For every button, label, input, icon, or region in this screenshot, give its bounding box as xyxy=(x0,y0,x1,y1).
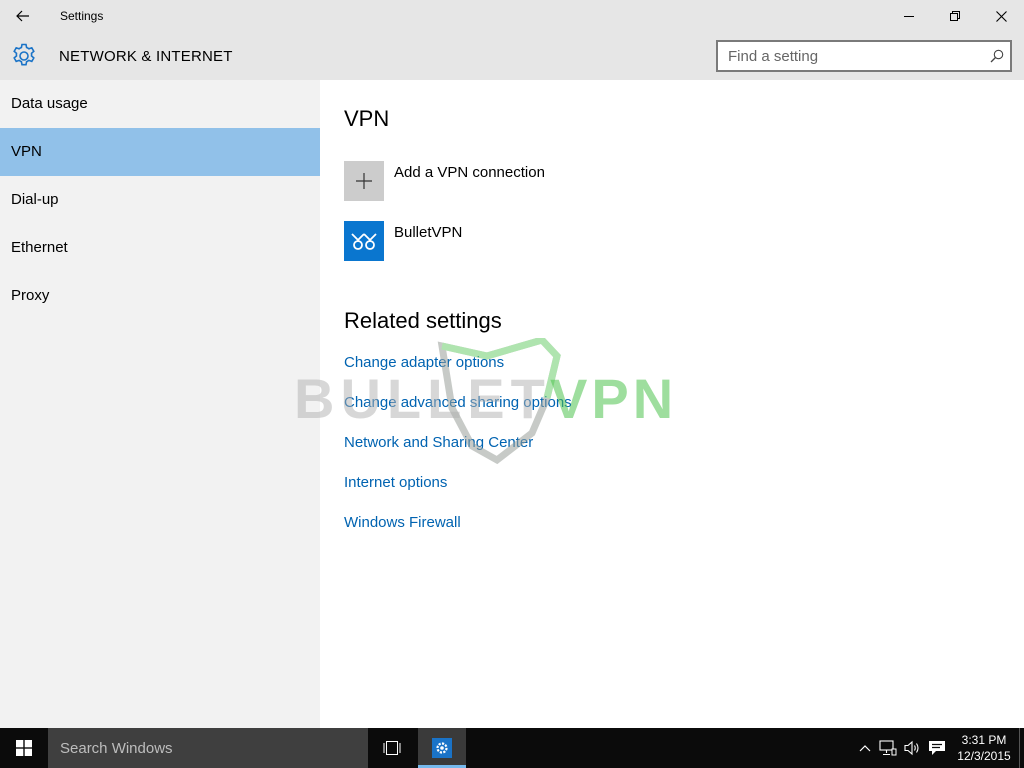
find-setting-box[interactable] xyxy=(716,40,1012,72)
find-setting-input[interactable] xyxy=(718,42,978,70)
chevron-up-icon xyxy=(859,745,871,752)
plus-tile xyxy=(344,161,384,201)
related-settings-heading: Related settings xyxy=(344,308,502,333)
sidebar-item-dial-up[interactable]: Dial-up xyxy=(0,176,320,224)
windows-firewall-link[interactable]: Windows Firewall xyxy=(344,514,461,531)
sidebar-item-ethernet[interactable]: Ethernet xyxy=(0,224,320,272)
taskbar-settings-app[interactable] xyxy=(418,728,466,768)
show-hidden-icons-button[interactable] xyxy=(855,738,875,758)
sidebar-item-data-usage[interactable]: Data usage xyxy=(0,80,320,128)
change-adapter-options-link[interactable]: Change adapter options xyxy=(344,354,504,371)
action-center-icon xyxy=(929,741,945,755)
page-title: NETWORK & INTERNET xyxy=(59,48,233,65)
task-view-icon xyxy=(383,741,401,755)
taskbar: Search Windows 3:31 PM 12/3/2015 xyxy=(0,728,1024,768)
bulletvpn-label: BulletVPN xyxy=(394,224,463,241)
clock-time: 3:31 PM xyxy=(961,733,1007,747)
magnifier-icon[interactable] xyxy=(990,49,1004,63)
restore-button[interactable] xyxy=(932,0,978,32)
show-desktop-button[interactable] xyxy=(1019,728,1020,768)
gear-icon xyxy=(13,43,35,66)
volume-tray-button[interactable] xyxy=(902,738,922,758)
close-icon xyxy=(995,10,1007,22)
network-tray-button[interactable] xyxy=(878,738,898,758)
vpn-connection-bulletvpn[interactable]: BulletVPN xyxy=(344,221,744,261)
minimize-button[interactable] xyxy=(886,0,932,32)
clock-date: 12/3/2015 xyxy=(957,749,1011,763)
close-button[interactable] xyxy=(978,0,1024,32)
volume-icon xyxy=(904,740,919,756)
network-icon xyxy=(879,740,897,756)
taskbar-search-box[interactable]: Search Windows xyxy=(48,728,368,768)
task-view-button[interactable] xyxy=(368,728,416,768)
network-and-sharing-center-link[interactable]: Network and Sharing Center xyxy=(344,434,533,451)
add-vpn-connection-button[interactable]: Add a VPN connection xyxy=(344,161,744,201)
taskbar-search-placeholder: Search Windows xyxy=(60,740,173,757)
sidebar-item-proxy[interactable]: Proxy xyxy=(0,272,320,320)
bulletvpn-logo-icon xyxy=(351,233,377,250)
vpn-heading: VPN xyxy=(344,106,390,131)
sidebar-item-vpn[interactable]: VPN xyxy=(0,128,320,176)
title-bar: Settings xyxy=(0,0,1024,32)
start-button[interactable] xyxy=(0,728,48,768)
settings-gear-icon xyxy=(432,738,452,758)
taskbar-clock[interactable]: 3:31 PM 12/3/2015 xyxy=(950,732,1018,764)
main-content: VPN Add a VPN connection BulletVPN Relat… xyxy=(320,80,1024,728)
internet-options-link[interactable]: Internet options xyxy=(344,474,447,491)
change-advanced-sharing-options-link[interactable]: Change advanced sharing options xyxy=(344,394,572,411)
action-center-button[interactable] xyxy=(927,738,947,758)
add-vpn-connection-label: Add a VPN connection xyxy=(394,164,545,181)
plus-icon xyxy=(356,173,372,189)
back-arrow-icon xyxy=(16,10,29,22)
back-button[interactable] xyxy=(0,0,46,32)
minimize-icon xyxy=(904,16,914,17)
windows-logo-icon xyxy=(16,740,32,756)
page-header: NETWORK & INTERNET xyxy=(0,32,1024,80)
restore-icon xyxy=(950,11,960,21)
sidebar: Data usage VPN Dial-up Ethernet Proxy xyxy=(0,80,320,728)
bulletvpn-tile xyxy=(344,221,384,261)
window-title: Settings xyxy=(60,9,104,23)
